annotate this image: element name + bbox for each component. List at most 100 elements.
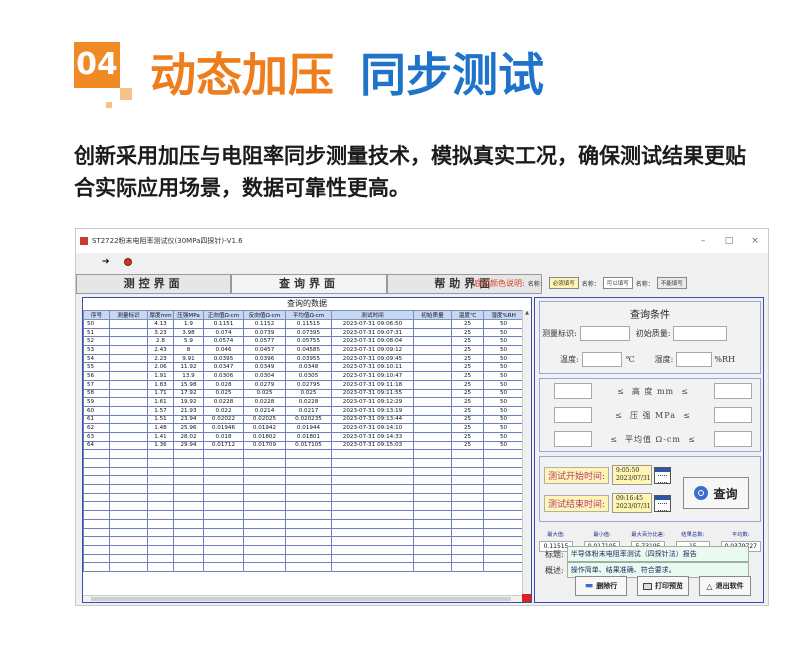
table-cell[interactable]: [451, 553, 484, 564]
column-header[interactable]: 湿度%RH: [483, 310, 524, 320]
table-cell[interactable]: [109, 510, 148, 520]
empty-table-row[interactable]: [83, 484, 524, 494]
table-cell[interactable]: [203, 492, 244, 503]
table-cell[interactable]: 2023-07-31 09:11:18: [331, 379, 414, 390]
table-cell[interactable]: 2.23: [147, 353, 174, 364]
table-cell[interactable]: 2023-07-31 09:14:10: [331, 423, 414, 433]
table-cell[interactable]: 50: [483, 388, 524, 399]
table-cell[interactable]: [413, 379, 452, 390]
table-cell[interactable]: 50: [483, 345, 524, 355]
table-cell[interactable]: [243, 518, 286, 529]
table-cell[interactable]: 50: [483, 371, 524, 381]
table-cell[interactable]: [173, 536, 204, 546]
table-cell[interactable]: 50: [483, 336, 524, 347]
table-cell[interactable]: [243, 484, 286, 494]
table-cell[interactable]: [413, 353, 452, 364]
column-header[interactable]: 序号: [83, 310, 110, 320]
empty-table-row[interactable]: [83, 501, 524, 512]
table-cell[interactable]: 9.91: [173, 353, 204, 364]
table-cell[interactable]: 0.0349: [243, 362, 286, 373]
table-cell[interactable]: [203, 501, 244, 512]
maximize-icon[interactable]: □: [716, 236, 742, 246]
table-cell[interactable]: 25.96: [173, 423, 204, 433]
table-cell[interactable]: [243, 544, 286, 555]
start-time-field[interactable]: 9:05:50 2023/07/31: [612, 465, 653, 485]
table-cell[interactable]: [203, 562, 244, 572]
table-cell[interactable]: 51: [83, 327, 110, 338]
table-cell[interactable]: 0.025: [285, 388, 332, 399]
table-cell[interactable]: 0.0279: [243, 379, 286, 390]
table-cell[interactable]: [451, 501, 484, 512]
table-cell[interactable]: 1.36: [147, 440, 174, 451]
empty-table-row[interactable]: [83, 449, 524, 459]
table-cell[interactable]: [147, 484, 174, 494]
table-cell[interactable]: [285, 501, 332, 512]
table-cell[interactable]: 0.07395: [285, 327, 332, 338]
table-cell[interactable]: 1.83: [147, 379, 174, 390]
table-cell[interactable]: [173, 510, 204, 520]
table-cell[interactable]: [413, 536, 452, 546]
table-cell[interactable]: [243, 466, 286, 477]
empty-table-row[interactable]: [83, 458, 524, 468]
table-cell[interactable]: 2023-07-31 09:14:33: [331, 431, 414, 442]
table-cell[interactable]: [243, 527, 286, 538]
table-cell[interactable]: [173, 527, 204, 538]
calendar-icon[interactable]: [654, 494, 672, 512]
table-cell[interactable]: [147, 492, 174, 503]
table-row[interactable]: 52 2.8 5.9 0.0574 0.0577 0.05755 2023-07-31 09…: [83, 336, 524, 347]
empty-table-row[interactable]: [83, 518, 524, 529]
table-cell[interactable]: 0.0348: [285, 362, 332, 373]
table-cell[interactable]: [147, 449, 174, 459]
table-cell[interactable]: 2023-07-31 09:08:04: [331, 336, 414, 347]
table-cell[interactable]: 25: [451, 440, 484, 451]
table-cell[interactable]: 0.01802: [243, 431, 286, 442]
table-cell[interactable]: 53: [83, 345, 110, 355]
table-cell[interactable]: 0.074: [203, 327, 244, 338]
table-cell[interactable]: 0.025: [243, 388, 286, 399]
table-cell[interactable]: [203, 475, 244, 486]
print-preview-button[interactable]: 打印预览: [637, 576, 689, 596]
table-cell[interactable]: 2023-07-31 09:07:31: [331, 327, 414, 338]
table-cell[interactable]: [483, 466, 524, 477]
table-cell[interactable]: [413, 518, 452, 529]
table-cell[interactable]: 0.018: [203, 431, 244, 442]
table-cell[interactable]: [413, 466, 452, 477]
table-cell[interactable]: 56: [83, 371, 110, 381]
table-cell[interactable]: [451, 562, 484, 572]
table-cell[interactable]: 50: [483, 397, 524, 407]
table-cell[interactable]: [83, 527, 110, 538]
table-cell[interactable]: [413, 562, 452, 572]
table-cell[interactable]: [285, 466, 332, 477]
table-cell[interactable]: 2.06: [147, 362, 174, 373]
table-row[interactable]: 59 1.61 19.92 0.0228 0.0228 0.0228 2023-07-31 …: [83, 397, 524, 407]
empty-table-row[interactable]: [83, 536, 524, 546]
table-cell[interactable]: 0.01944: [285, 423, 332, 433]
table-cell[interactable]: [109, 345, 148, 355]
table-row[interactable]: 60 1.57 21.93 0.022 0.0214 0.0217 2023-07-31 0…: [83, 405, 524, 416]
table-cell[interactable]: [483, 484, 524, 494]
table-cell[interactable]: 3.23: [147, 327, 174, 338]
table-cell[interactable]: [483, 536, 524, 546]
table-cell[interactable]: [173, 449, 204, 459]
table-cell[interactable]: [109, 405, 148, 416]
query-button[interactable]: 查询: [683, 477, 749, 509]
table-cell[interactable]: [483, 458, 524, 468]
table-cell[interactable]: [331, 518, 414, 529]
empty-table-row[interactable]: [83, 527, 524, 538]
table-cell[interactable]: [483, 518, 524, 529]
table-cell[interactable]: [413, 405, 452, 416]
table-cell[interactable]: [109, 553, 148, 564]
table-cell[interactable]: 19.92: [173, 397, 204, 407]
table-cell[interactable]: [331, 484, 414, 494]
table-cell[interactable]: [413, 388, 452, 399]
table-cell[interactable]: 2023-07-31 09:10:47: [331, 371, 414, 381]
table-cell[interactable]: 0.02022: [203, 414, 244, 425]
table-cell[interactable]: [413, 458, 452, 468]
table-cell[interactable]: [203, 544, 244, 555]
table-cell[interactable]: 1.51: [147, 414, 174, 425]
table-cell[interactable]: 0.0395: [203, 353, 244, 364]
empty-table-row[interactable]: [83, 475, 524, 486]
table-cell[interactable]: [331, 527, 414, 538]
table-cell[interactable]: 3.98: [173, 327, 204, 338]
table-cell[interactable]: [285, 536, 332, 546]
